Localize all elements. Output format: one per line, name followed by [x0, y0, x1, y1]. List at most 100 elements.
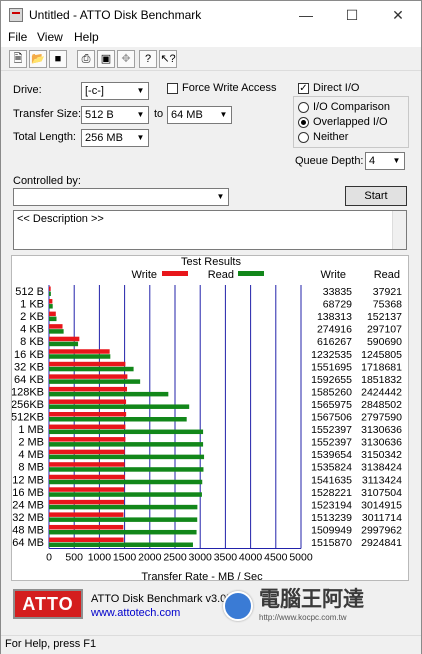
open-folder-icon[interactable]: 📂 — [29, 50, 47, 68]
write-value: 274916 — [317, 324, 352, 336]
new-file-icon[interactable]: 🗎 — [9, 50, 27, 68]
description-scrollbar[interactable] — [392, 211, 406, 249]
maximize-button[interactable]: ☐ — [329, 1, 375, 29]
chevron-down-icon: ▼ — [133, 107, 148, 123]
menu-file[interactable]: File — [8, 30, 27, 44]
read-value: 3138424 — [361, 462, 402, 474]
context-help-icon[interactable]: ↖? — [159, 50, 177, 68]
category-label: 4 MB — [18, 449, 44, 461]
chevron-down-icon: ▼ — [133, 83, 148, 99]
read-value: 2924841 — [361, 537, 402, 549]
write-bar — [49, 361, 126, 367]
move-icon[interactable]: ✥ — [117, 50, 135, 68]
toolbar: 🗎 📂 ■ ⎙ ▣ ✥ ? ↖? — [1, 47, 421, 71]
window-title: Untitled - ATTO Disk Benchmark — [29, 8, 202, 22]
write-value: 1567506 — [311, 412, 352, 424]
write-bar — [49, 524, 124, 530]
read-value: 37921 — [373, 286, 402, 298]
category-label: 2 KB — [20, 311, 44, 323]
description-text: << Description >> — [17, 213, 104, 225]
watermark-url: http://www.kocpc.com.tw — [259, 613, 347, 622]
category-label: 256KB — [12, 399, 44, 411]
queue-depth-select[interactable]: 4 ▼ — [365, 152, 405, 170]
io-comparison-label: I/O Comparison — [313, 101, 391, 113]
watermark-name: 電腦王阿達 — [259, 587, 364, 611]
menu-help[interactable]: Help — [74, 30, 99, 44]
write-value: 1592655 — [311, 374, 352, 386]
category-label: 64 KB — [14, 374, 44, 386]
close-button[interactable]: ✕ — [375, 1, 421, 29]
category-label: 48 MB — [12, 524, 44, 536]
read-bar — [49, 492, 202, 497]
write-bar — [49, 386, 128, 392]
write-value: 1509949 — [311, 524, 352, 536]
print-preview-icon[interactable]: ▣ — [97, 50, 115, 68]
write-value: 1535824 — [311, 462, 352, 474]
category-label: 32 MB — [12, 512, 44, 524]
x-tick-label: 1500 — [113, 552, 137, 564]
description-field[interactable]: << Description >> — [13, 210, 407, 250]
save-icon[interactable]: ■ — [49, 50, 67, 68]
read-bar — [49, 454, 205, 460]
write-value: 1515870 — [311, 537, 352, 549]
read-value: 3011714 — [362, 512, 402, 524]
read-value: 3107504 — [361, 487, 402, 499]
transfer-size-to-select[interactable]: 64 MB ▼ — [167, 106, 232, 124]
x-tick-label: 5000 — [289, 552, 313, 564]
column-write-header: Write — [321, 269, 346, 281]
read-value: 2797590 — [361, 412, 402, 424]
print-icon[interactable]: ⎙ — [77, 50, 95, 68]
drive-select[interactable]: [-c-] ▼ — [81, 82, 149, 100]
direct-io-checkbox[interactable]: ✓ — [298, 83, 309, 94]
total-length-select[interactable]: 256 MB ▼ — [81, 129, 149, 147]
category-label: 16 KB — [14, 349, 44, 361]
column-read-header: Read — [374, 269, 400, 281]
write-bar — [49, 449, 125, 455]
x-tick-label: 500 — [65, 552, 83, 564]
write-bar — [49, 336, 80, 342]
drive-label: Drive: — [13, 84, 42, 96]
io-comparison-radio[interactable] — [298, 102, 309, 113]
read-bar — [49, 442, 204, 447]
total-length-value: 256 MB — [85, 132, 123, 144]
category-label: 8 MB — [18, 462, 44, 474]
write-value: 1585260 — [311, 386, 352, 398]
category-label: 512 B — [15, 286, 44, 298]
legend-write-label: Write — [132, 269, 157, 281]
read-value: 1718681 — [361, 361, 402, 373]
minimize-button[interactable]: — — [283, 1, 329, 29]
direct-io-label: Direct I/O — [313, 82, 360, 94]
start-button[interactable]: Start — [345, 186, 407, 206]
legend-read-swatch — [238, 271, 264, 276]
atto-link[interactable]: www.attotech.com — [91, 607, 180, 619]
test-results-panel: Test Results Write Read Write Read 512 B 338… — [11, 255, 409, 582]
write-bar — [49, 499, 124, 505]
x-tick-label: 4000 — [239, 552, 263, 564]
overlapped-io-radio[interactable] — [298, 117, 309, 128]
app-icon — [9, 8, 23, 22]
transfer-size-from-value: 512 B — [85, 109, 114, 121]
controlled-by-select[interactable]: ▼ — [13, 188, 229, 206]
read-value: 3113424 — [362, 474, 402, 486]
app-window: Untitled - ATTO Disk Benchmark — ☐ ✕ Fil… — [0, 0, 422, 654]
read-bar — [49, 379, 141, 384]
neither-radio[interactable] — [298, 132, 309, 143]
menu-view[interactable]: View — [37, 30, 63, 44]
category-label: 512KB — [12, 412, 44, 424]
write-bar — [49, 437, 126, 442]
read-bar — [49, 417, 187, 422]
help-icon[interactable]: ? — [139, 50, 157, 68]
x-tick-label: 3000 — [189, 552, 213, 564]
read-bar — [49, 529, 197, 535]
read-bar — [49, 366, 134, 372]
write-bar — [49, 349, 110, 354]
x-tick-label: 1000 — [88, 552, 112, 564]
write-bar — [49, 311, 56, 317]
read-bar — [49, 304, 53, 309]
transfer-size-from-select[interactable]: 512 B ▼ — [81, 106, 149, 124]
write-value: 1565975 — [311, 399, 352, 411]
force-write-checkbox[interactable] — [167, 83, 178, 94]
chart-title: Test Results — [181, 256, 241, 268]
write-bar — [49, 374, 128, 379]
queue-depth-value: 4 — [369, 155, 376, 167]
